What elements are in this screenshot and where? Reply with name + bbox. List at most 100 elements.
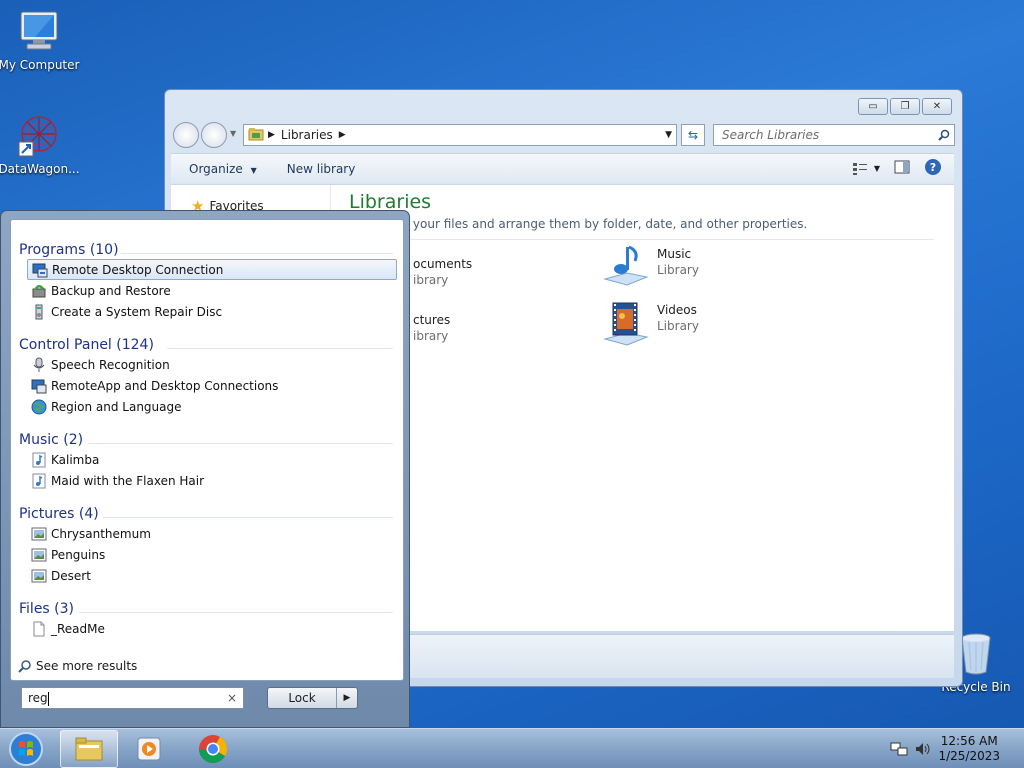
result-speech-recognition[interactable]: Speech Recognition — [27, 354, 397, 375]
music-library-icon — [601, 245, 651, 291]
back-button[interactable] — [173, 122, 199, 148]
result-kalimba[interactable]: Kalimba — [27, 449, 397, 470]
backup-restore-icon — [32, 284, 46, 297]
start-search-input[interactable]: reg × — [21, 687, 244, 709]
result-readme[interactable]: _ReadMe — [27, 618, 397, 639]
group-header-programs[interactable]: Programs (10) — [19, 242, 119, 258]
library-pictures[interactable]: ctures ibrary — [413, 313, 450, 343]
computer-icon — [15, 8, 63, 56]
music-file-icon — [32, 473, 46, 488]
address-dropdown-icon[interactable]: ▼ — [665, 130, 672, 140]
desktop-icon-datawagon[interactable]: DataWagon... — [0, 112, 81, 176]
globe-icon — [31, 399, 47, 414]
close-icon: ✕ — [932, 101, 942, 112]
taskbar-chrome-button[interactable] — [184, 730, 242, 768]
group-header-pictures[interactable]: Pictures (4) — [19, 506, 99, 522]
see-more-label: See more results — [36, 659, 138, 673]
organize-label: Organize — [189, 161, 243, 176]
library-music[interactable]: Music Library — [601, 245, 699, 291]
result-remote-desktop-connection[interactable]: Remote Desktop Connection — [27, 259, 397, 280]
preview-pane-icon[interactable] — [894, 160, 910, 177]
search-icon[interactable] — [938, 125, 950, 147]
result-remoteapp-desktop-connections[interactable]: RemoteApp and Desktop Connections — [27, 375, 397, 396]
breadcrumb-chevron-icon[interactable]: ▶ — [268, 130, 275, 140]
divider — [167, 348, 393, 349]
clear-search-icon[interactable]: × — [227, 688, 237, 708]
lock-button[interactable]: Lock ▶ — [267, 687, 358, 709]
libraries-folder-icon — [248, 127, 264, 144]
library-documents[interactable]: ocuments ibrary — [413, 257, 472, 287]
recent-pages-icon[interactable]: ▼ — [230, 129, 236, 138]
music-file-icon — [32, 452, 46, 467]
videos-library-icon — [601, 301, 651, 349]
view-options-icon[interactable]: ▼ — [852, 162, 880, 176]
maximize-button[interactable]: ❐ — [890, 98, 920, 115]
result-label: Create a System Repair Disc — [51, 304, 223, 319]
text-cursor — [47, 691, 49, 706]
lock-label: Lock — [268, 688, 337, 708]
result-label: _ReadMe — [51, 621, 105, 636]
system-clock[interactable]: 12:56 AM 1/25/2023 — [938, 734, 1000, 764]
help-icon[interactable]: ? — [924, 158, 942, 179]
start-menu: Programs (10) Remote Desktop Connection … — [0, 210, 410, 728]
svg-text:?: ? — [930, 161, 936, 174]
group-header-control-panel[interactable]: Control Panel (124) — [19, 337, 154, 353]
address-bar[interactable]: ▶ Libraries ▶ ▼ — [243, 124, 677, 146]
breadcrumb-libraries[interactable]: Libraries — [281, 128, 333, 142]
taskbar-media-player-button[interactable] — [120, 730, 178, 768]
see-more-results-link[interactable]: See more results — [18, 659, 137, 673]
divider — [121, 253, 393, 254]
refresh-button[interactable]: ⇆ — [681, 124, 705, 146]
clock-date: 1/25/2023 — [938, 749, 1000, 763]
result-label: Maid with the Flaxen Hair — [51, 473, 205, 488]
result-label: Desert — [51, 568, 91, 583]
repair-disc-icon — [35, 304, 43, 319]
result-chrysanthemum[interactable]: Chrysanthemum — [27, 523, 397, 544]
power-options-arrow-icon[interactable]: ▶ — [337, 688, 357, 708]
clock-time: 12:56 AM — [940, 734, 998, 748]
minimize-button[interactable]: ▭ — [858, 98, 888, 115]
folder-icon — [75, 737, 103, 761]
refresh-icon: ⇆ — [687, 128, 699, 142]
library-videos[interactable]: Videos Library — [601, 301, 699, 349]
search-placeholder: Search Libraries — [722, 128, 820, 142]
network-icon[interactable] — [890, 741, 908, 757]
group-header-files[interactable]: Files (3) — [19, 601, 74, 617]
result-region-and-language[interactable]: Region and Language — [27, 396, 397, 417]
library-name: Music — [657, 247, 692, 261]
taskbar-explorer-button[interactable] — [60, 730, 118, 768]
close-button[interactable]: ✕ — [922, 98, 952, 115]
restore-icon: ❐ — [900, 101, 910, 112]
chevron-down-icon: ▼ — [250, 165, 257, 175]
navigation-bar: ▼ ▶ Libraries ▶ ▼ ⇆ Search Libraries — [171, 121, 955, 148]
library-type: Library — [657, 263, 699, 277]
search-libraries-input[interactable]: Search Libraries — [713, 124, 955, 146]
desktop-icon-label: DataWagon... — [0, 162, 80, 176]
volume-icon[interactable] — [914, 741, 932, 757]
page-description: ary to see your files and arrange them b… — [349, 217, 808, 231]
group-header-music[interactable]: Music (2) — [19, 432, 83, 448]
desktop-icon-my-computer[interactable]: My Computer — [0, 8, 81, 72]
windows-orb-icon — [9, 732, 43, 766]
result-label: Kalimba — [51, 452, 100, 467]
result-maid-with-the-flaxen-hair[interactable]: Maid with the Flaxen Hair — [27, 470, 397, 491]
result-desert[interactable]: Desert — [27, 565, 397, 586]
microphone-icon — [33, 357, 45, 372]
result-backup-and-restore[interactable]: Backup and Restore — [27, 280, 397, 301]
breadcrumb-chevron-icon[interactable]: ▶ — [339, 130, 346, 140]
remoteapp-icon — [31, 379, 47, 393]
remote-desktop-icon — [32, 263, 48, 277]
divider — [103, 517, 393, 518]
start-button[interactable] — [6, 731, 46, 767]
new-library-button[interactable]: New library — [275, 162, 374, 176]
search-results-panel: Programs (10) Remote Desktop Connection … — [10, 219, 404, 681]
result-label: Backup and Restore — [51, 283, 171, 298]
library-name: ctures — [413, 313, 451, 327]
library-name: ocuments — [413, 257, 473, 271]
divider — [341, 239, 934, 240]
organize-menu[interactable]: Organize ▼ — [171, 162, 275, 176]
picture-file-icon — [31, 527, 47, 540]
forward-button[interactable] — [201, 122, 227, 148]
result-penguins[interactable]: Penguins — [27, 544, 397, 565]
result-create-system-repair-disc[interactable]: Create a System Repair Disc — [27, 301, 397, 322]
